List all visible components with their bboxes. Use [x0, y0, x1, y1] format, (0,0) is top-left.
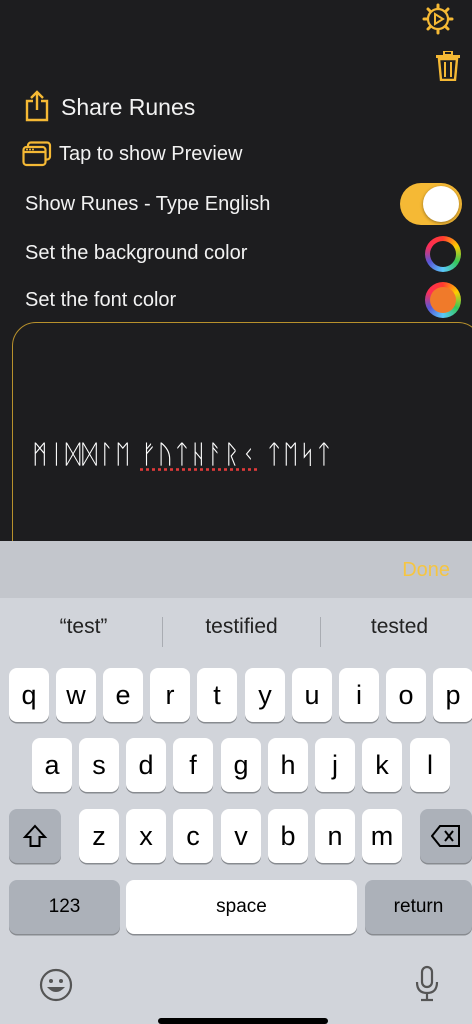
key-f[interactable]: f — [173, 738, 213, 792]
key-d[interactable]: d — [126, 738, 166, 792]
delete-key[interactable] — [420, 809, 472, 863]
key-m[interactable]: m — [362, 809, 402, 863]
key-c[interactable]: c — [173, 809, 213, 863]
bg-color-label: Set the background color — [25, 242, 248, 264]
font-color-swatch — [430, 287, 456, 313]
show-runes-label: Show Runes - Type English — [25, 193, 271, 215]
key-l[interactable]: l — [410, 738, 450, 792]
keyboard: Done “test” testified tested q w e r t y… — [0, 541, 472, 1024]
key-e[interactable]: e — [103, 668, 143, 722]
key-q[interactable]: q — [9, 668, 49, 722]
trash-icon[interactable] — [435, 51, 461, 81]
show-preview-button[interactable]: Tap to show Preview — [59, 143, 242, 166]
done-button[interactable]: Done — [402, 559, 450, 582]
rune-word: ᛏᛖᛋᛏ — [266, 440, 333, 470]
numbers-key[interactable]: 123 — [9, 880, 120, 934]
font-color-picker[interactable] — [425, 282, 461, 318]
preview-window-icon[interactable] — [22, 141, 52, 167]
share-icon[interactable] — [24, 90, 50, 122]
key-u[interactable]: u — [292, 668, 332, 722]
shift-key[interactable] — [9, 809, 61, 863]
key-a[interactable]: a — [32, 738, 72, 792]
key-g[interactable]: g — [221, 738, 261, 792]
delete-icon — [430, 825, 460, 847]
keyboard-accessory-bar: Done — [0, 541, 472, 598]
return-key[interactable]: return — [365, 880, 472, 934]
microphone-icon[interactable] — [414, 965, 440, 1003]
font-color-label: Set the font color — [25, 289, 177, 311]
space-key[interactable]: space — [126, 880, 357, 934]
key-r[interactable]: r — [150, 668, 190, 722]
key-y[interactable]: y — [245, 668, 285, 722]
suggestion-2[interactable]: testified — [163, 607, 320, 647]
key-i[interactable]: i — [339, 668, 379, 722]
key-s[interactable]: s — [79, 738, 119, 792]
key-n[interactable]: n — [315, 809, 355, 863]
shift-icon — [22, 824, 48, 847]
key-p[interactable]: p — [433, 668, 472, 722]
key-j[interactable]: j — [315, 738, 355, 792]
key-b[interactable]: b — [268, 809, 308, 863]
key-h[interactable]: h — [268, 738, 308, 792]
emoji-icon[interactable] — [39, 968, 73, 1002]
key-z[interactable]: z — [79, 809, 119, 863]
key-w[interactable]: w — [56, 668, 96, 722]
key-v[interactable]: v — [221, 809, 261, 863]
settings-gear-icon[interactable] — [422, 3, 454, 35]
bg-color-picker[interactable] — [425, 236, 461, 272]
key-t[interactable]: t — [197, 668, 237, 722]
rune-text-content: ᛗᛁᛞᛞᛚᛖ ᚠᚢᛏᚺᚨᚱᚲ ᛏᛖᛋᛏ — [32, 440, 333, 470]
suggestion-3[interactable]: tested — [321, 607, 472, 647]
show-runes-toggle[interactable] — [400, 183, 462, 225]
home-indicator[interactable] — [158, 1018, 328, 1024]
key-x[interactable]: x — [126, 809, 166, 863]
share-runes-button[interactable]: Share Runes — [61, 94, 195, 121]
bg-color-swatch — [430, 241, 456, 267]
suggestion-1[interactable]: “test” — [5, 607, 162, 647]
key-k[interactable]: k — [362, 738, 402, 792]
rune-word-misspelled: ᚠᚢᛏᚺᚨᚱᚲ — [140, 440, 258, 470]
toggle-knob — [423, 186, 459, 222]
key-o[interactable]: o — [386, 668, 426, 722]
rune-word: ᛗᛁᛞᛞᛚᛖ — [32, 440, 132, 470]
